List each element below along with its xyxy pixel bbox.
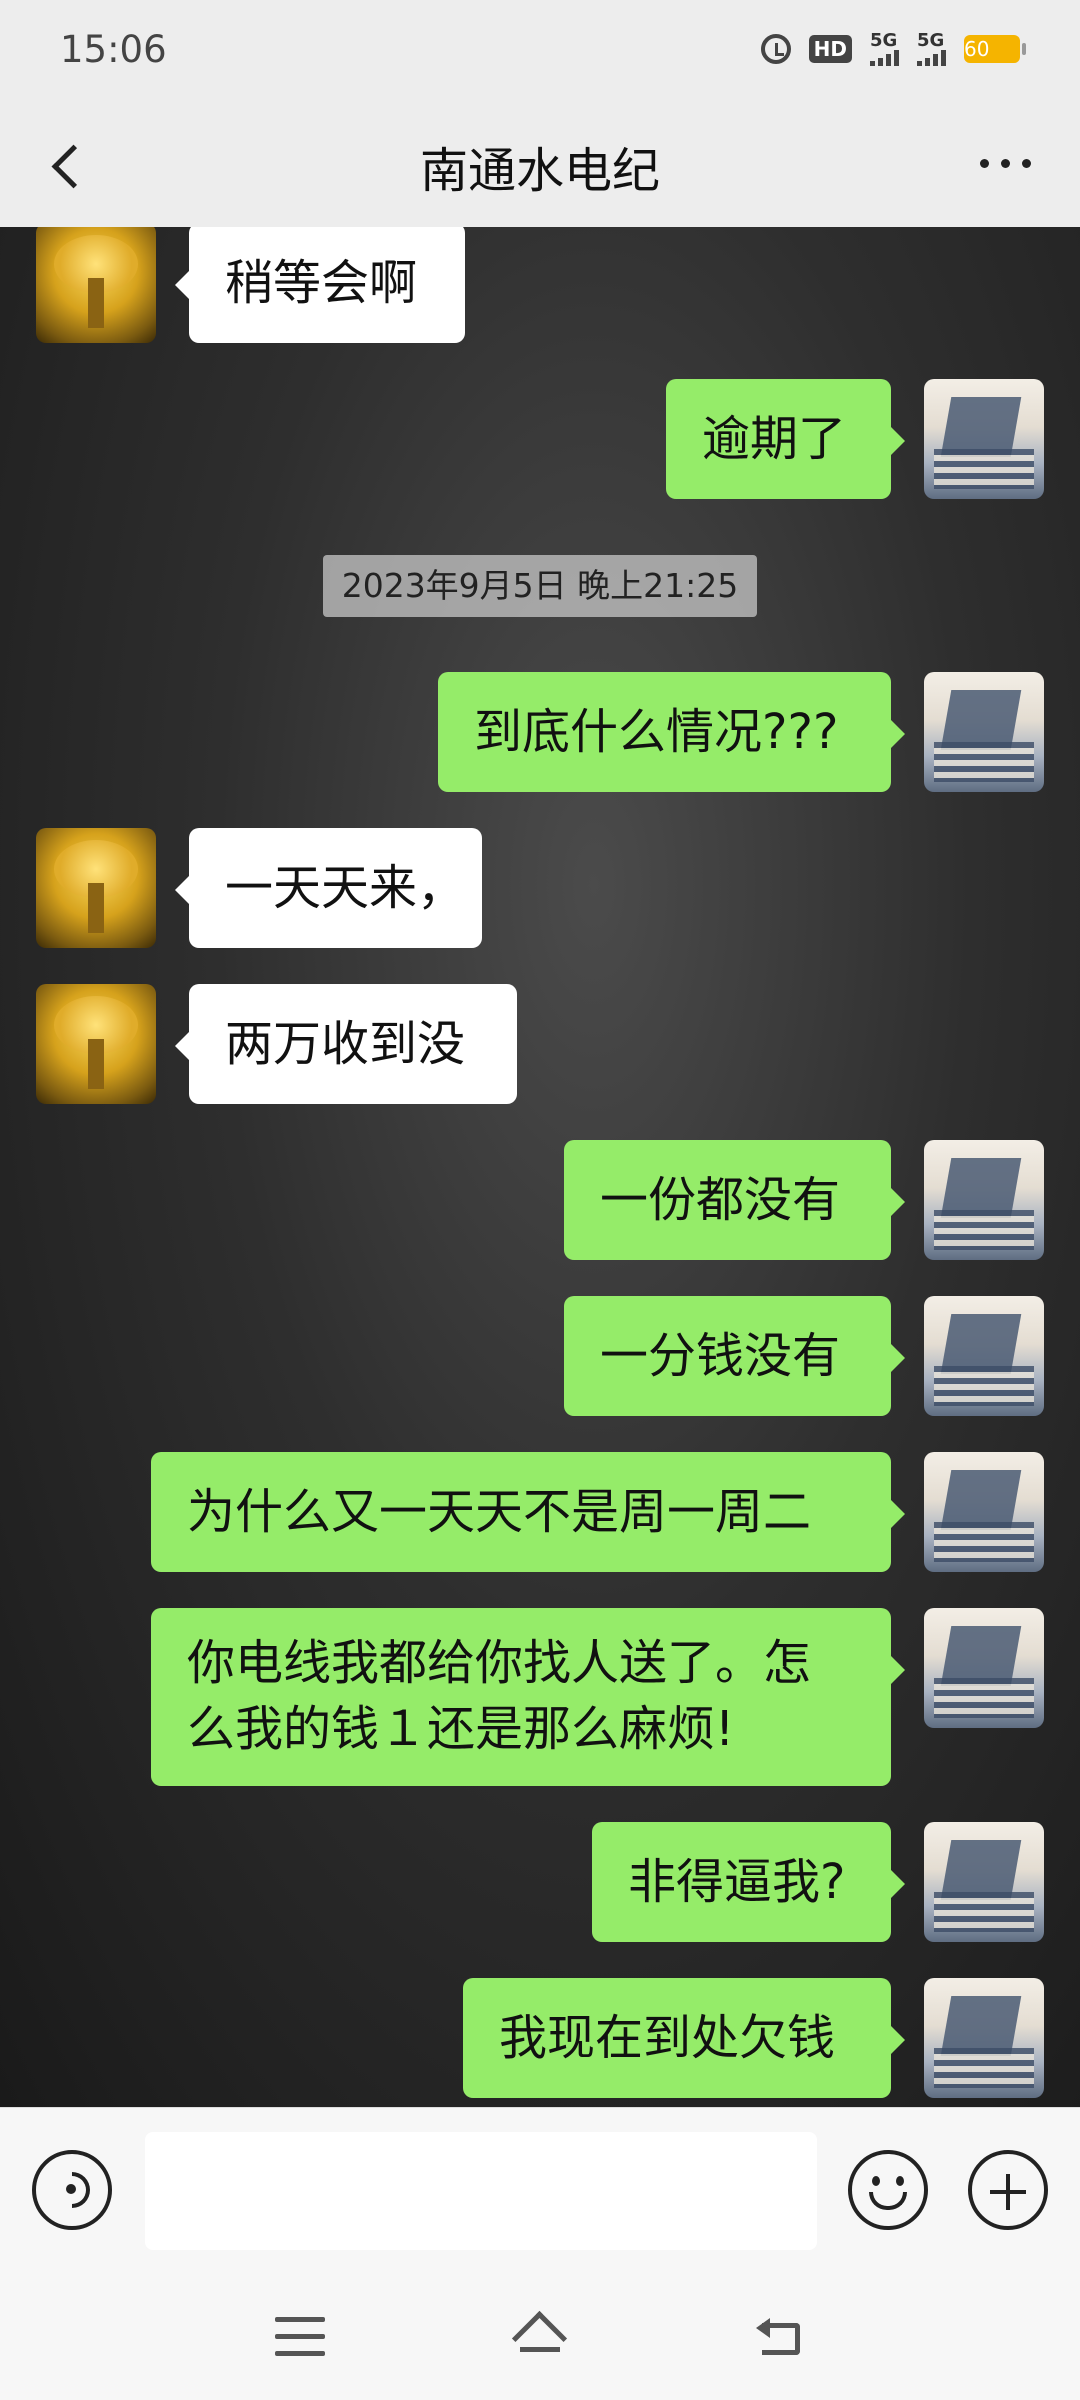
message-composer	[0, 2107, 1080, 2278]
message-bubble-right[interactable]: 到底什么情况???	[438, 672, 905, 792]
my-avatar[interactable]	[924, 1822, 1044, 1942]
message-bubble-right[interactable]: 逾期了	[666, 379, 905, 499]
home-icon[interactable]	[510, 2313, 570, 2363]
message-bubble-right[interactable]: 一分钱没有	[564, 1296, 905, 1416]
my-avatar[interactable]	[924, 1978, 1044, 2098]
network-label-sim2: 5G	[917, 30, 945, 51]
my-avatar[interactable]	[924, 1452, 1044, 1572]
contact-avatar[interactable]	[36, 227, 156, 343]
chat-header: 南通水电纪	[0, 105, 1080, 227]
message-bubble-right[interactable]: 非得逼我?	[592, 1822, 905, 1942]
message-bubble-right[interactable]: 一份都没有	[564, 1140, 905, 1260]
signal-icon-sim2: 5G	[917, 32, 946, 66]
status-time: 15:06	[60, 28, 167, 71]
system-nav-bar	[0, 2277, 1080, 2400]
chat-title: 南通水电纪	[419, 143, 660, 199]
plus-icon[interactable]	[968, 2150, 1048, 2230]
my-avatar[interactable]	[924, 379, 1044, 499]
back-icon[interactable]	[756, 2315, 806, 2361]
voice-icon[interactable]	[32, 2150, 112, 2230]
message-timestamp: 2023年9月5日 晚上21:25	[323, 555, 757, 617]
chat-messages[interactable]: 稍等会啊 逾期了 2023年9月5日 晚上21:25 到底什么情况??? 一天天…	[0, 227, 1080, 2107]
network-label-sim1: 5G	[870, 30, 898, 51]
message-bubble-right[interactable]: 为什么又一天天不是周一周二	[151, 1452, 905, 1572]
message-bubble-left[interactable]: 稍等会啊	[175, 227, 465, 343]
battery-icon: 60	[964, 35, 1026, 63]
message-bubble-right[interactable]: 你电线我都给你找人送了。怎么我的钱１还是那么麻烦!	[151, 1608, 905, 1786]
my-avatar[interactable]	[924, 1608, 1044, 1728]
alarm-icon	[760, 34, 791, 64]
emoji-icon[interactable]	[848, 2150, 928, 2230]
status-bar: 15:06 HD 5G 5G 60	[0, 0, 1080, 105]
menu-icon[interactable]	[275, 2317, 325, 2361]
my-avatar[interactable]	[924, 1140, 1044, 1260]
more-dots-icon[interactable]	[960, 133, 1050, 193]
message-bubble-left[interactable]: 一天天来，	[175, 828, 482, 948]
message-bubble-left[interactable]: 两万收到没	[175, 984, 517, 1104]
message-input[interactable]	[145, 2132, 817, 2250]
signal-icon-sim1: 5G	[870, 32, 899, 66]
contact-avatar[interactable]	[36, 984, 156, 1104]
hd-icon: HD	[808, 35, 852, 63]
message-bubble-right[interactable]: 我现在到处欠钱	[463, 1978, 905, 2098]
contact-avatar[interactable]	[36, 828, 156, 948]
status-icons: HD 5G 5G 60	[760, 32, 1026, 66]
my-avatar[interactable]	[924, 1296, 1044, 1416]
my-avatar[interactable]	[924, 672, 1044, 792]
